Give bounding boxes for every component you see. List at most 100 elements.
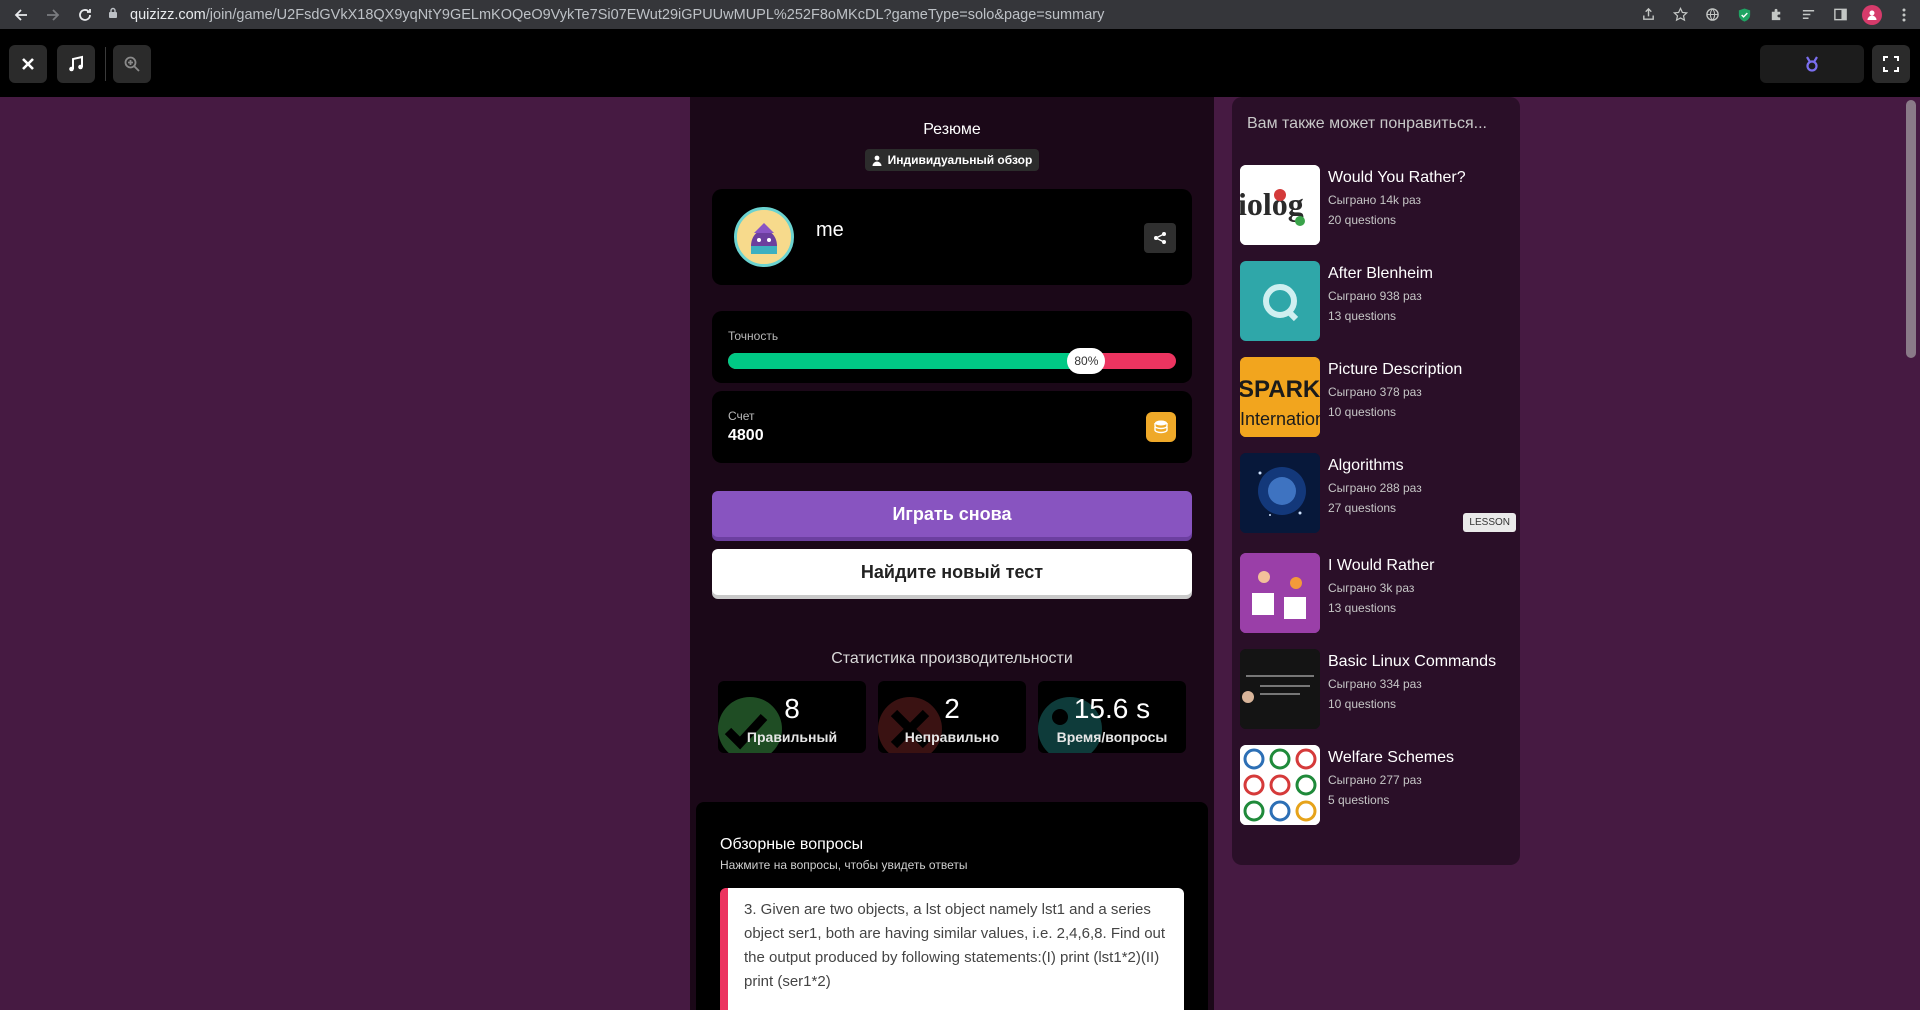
badge-label: Индивидуальный обзор	[887, 153, 1033, 167]
music-button[interactable]	[57, 45, 95, 83]
thumb-text: SPARK	[1240, 376, 1320, 403]
quiz-thumbnail: SPARK Internation	[1240, 357, 1320, 437]
review-subtitle: Нажмите на вопросы, чтобы увидеть ответы	[720, 858, 968, 872]
thumb-text: iolog	[1240, 186, 1304, 222]
score-value: 4800	[728, 427, 764, 444]
accuracy-percent: 80%	[1067, 348, 1106, 374]
rec-questions: 13 questions	[1328, 601, 1397, 615]
summary-title: Резюме	[923, 121, 981, 138]
reading-list-icon[interactable]	[1792, 0, 1824, 29]
score-card: Счет 4800	[712, 391, 1192, 463]
stat-incorrect: 2 Неправильно	[878, 681, 1026, 753]
find-new-quiz-button[interactable]: Найдите новый тест	[712, 549, 1192, 595]
shield-extension-icon[interactable]	[1728, 0, 1760, 29]
player-card: me	[712, 189, 1192, 285]
music-note-icon	[69, 55, 83, 72]
globe-icon[interactable]	[1696, 0, 1728, 29]
thumb-text: Internation	[1240, 409, 1320, 429]
quiz-thumbnail	[1240, 453, 1320, 533]
forward-icon[interactable]	[38, 0, 68, 29]
solo-review-badge: Индивидуальный обзор	[865, 149, 1039, 171]
rec-title: Picture Description	[1328, 361, 1463, 378]
incorrect-label: Неправильно	[904, 729, 1000, 745]
reload-icon[interactable]	[70, 0, 100, 29]
browser-menu-icon[interactable]	[1888, 0, 1920, 29]
toolbar-divider	[105, 47, 106, 81]
address-bar[interactable]: quizizz.com/join/game/U2FsdGVkX18QX9yqNt…	[108, 2, 1798, 27]
rec-played: Сыграно 938 раз	[1328, 289, 1422, 303]
theme-icon	[1806, 56, 1818, 72]
bookmark-star-icon[interactable]	[1664, 0, 1696, 29]
scrollbar-thumb[interactable]	[1906, 100, 1916, 358]
quiz-thumbnail	[1240, 261, 1320, 341]
share-button[interactable]	[1144, 223, 1176, 253]
share-icon	[1154, 232, 1166, 244]
recommendations-heading: Вам также может понравиться...	[1247, 115, 1487, 132]
rec-played: Сыграно 334 раз	[1328, 677, 1422, 691]
rec-title: After Blenheim	[1328, 265, 1433, 282]
play-again-button[interactable]: Играть снова	[712, 491, 1192, 537]
quiz-thumbnail: iolog	[1240, 165, 1320, 245]
extensions-puzzle-icon[interactable]	[1760, 0, 1792, 29]
review-questions-panel: Обзорные вопросы Нажмите на вопросы, что…	[696, 802, 1208, 1010]
avatar	[734, 207, 794, 267]
rec-title: Welfare Schemes	[1328, 749, 1454, 766]
fullscreen-button[interactable]	[1872, 45, 1910, 83]
back-icon[interactable]	[6, 0, 36, 29]
incorrect-count: 2	[944, 693, 960, 724]
user-icon	[872, 155, 882, 166]
time-label: Время/вопросы	[1056, 729, 1168, 745]
rec-played: Сыграно 14k раз	[1328, 193, 1422, 207]
score-label: Счет	[728, 409, 755, 423]
rec-questions: 5 questions	[1328, 793, 1390, 807]
accuracy-card: Точность 80%	[712, 311, 1192, 383]
side-panel-icon[interactable]	[1824, 0, 1856, 29]
rec-questions: 13 questions	[1328, 309, 1397, 323]
rec-item[interactable]: Basic Linux Commands Сыграно 334 раз 10 …	[1240, 649, 1516, 729]
accuracy-label: Точность	[728, 329, 779, 343]
recommendations-panel: Вам также может понравиться... iolog Wou…	[1232, 97, 1520, 865]
profile-avatar-icon[interactable]	[1856, 0, 1888, 29]
url-path: /join/game/U2FsdGVkX18QX9yqNtY9GELmKOQeO…	[205, 6, 1105, 23]
rec-questions: 10 questions	[1328, 697, 1397, 711]
rec-item[interactable]: SPARK Internation Picture Description Сыг…	[1240, 357, 1516, 437]
rec-item[interactable]: iolog Would You Rather? Сыграно 14k раз …	[1240, 165, 1516, 245]
share-page-icon[interactable]	[1632, 0, 1664, 29]
rec-played: Сыграно 3k раз	[1328, 581, 1415, 595]
time-per-question: 15.6 s	[1073, 693, 1151, 724]
browser-toolbar: quizizz.com/join/game/U2FsdGVkX18QX9yqNt…	[0, 0, 1920, 29]
correct-count: 8	[784, 693, 800, 724]
zoom-button[interactable]	[113, 45, 151, 83]
zoom-in-icon	[124, 56, 140, 72]
rec-questions: 27 questions	[1328, 501, 1397, 515]
rec-item[interactable]: I Would Rather Сыграно 3k раз 13 questio…	[1240, 553, 1516, 633]
question-text: 3. Given are two objects, a lst object n…	[744, 901, 1166, 990]
fullscreen-icon	[1883, 56, 1899, 72]
rec-played: Сыграно 288 раз	[1328, 481, 1422, 495]
correct-label: Правильный	[746, 729, 838, 745]
rec-item[interactable]: Algorithms Сыграно 288 раз 27 questions …	[1240, 453, 1516, 533]
rec-title: Algorithms	[1328, 457, 1404, 474]
lesson-tag: LESSON	[1463, 513, 1516, 532]
theme-button[interactable]	[1760, 45, 1864, 83]
rec-item[interactable]: Welfare Schemes Сыграно 277 раз 5 questi…	[1240, 745, 1516, 825]
performance-stats-title: Статистика производительности	[831, 650, 1073, 667]
browser-actions	[1632, 0, 1920, 29]
quiz-thumbnail	[1240, 553, 1320, 633]
question-card[interactable]: 3. Given are two objects, a lst object n…	[720, 888, 1184, 1010]
rec-title: I Would Rather	[1328, 557, 1435, 574]
close-button[interactable]	[9, 45, 47, 83]
game-header	[0, 29, 1920, 97]
review-title: Обзорные вопросы	[720, 836, 864, 853]
rec-title: Basic Linux Commands	[1328, 653, 1497, 670]
quiz-thumbnail	[1240, 745, 1320, 825]
accuracy-fill	[728, 353, 1087, 369]
stat-time: 15.6 s Время/вопросы	[1038, 681, 1186, 753]
rec-item[interactable]: After Blenheim Сыграно 938 раз 13 questi…	[1240, 261, 1516, 341]
lock-icon	[108, 7, 122, 23]
rec-played: Сыграно 277 раз	[1328, 773, 1422, 787]
url-domain: quizizz.com	[130, 6, 206, 23]
rec-questions: 20 questions	[1328, 213, 1397, 227]
close-icon	[22, 58, 34, 70]
stat-correct: 8 Правильный	[718, 681, 866, 753]
